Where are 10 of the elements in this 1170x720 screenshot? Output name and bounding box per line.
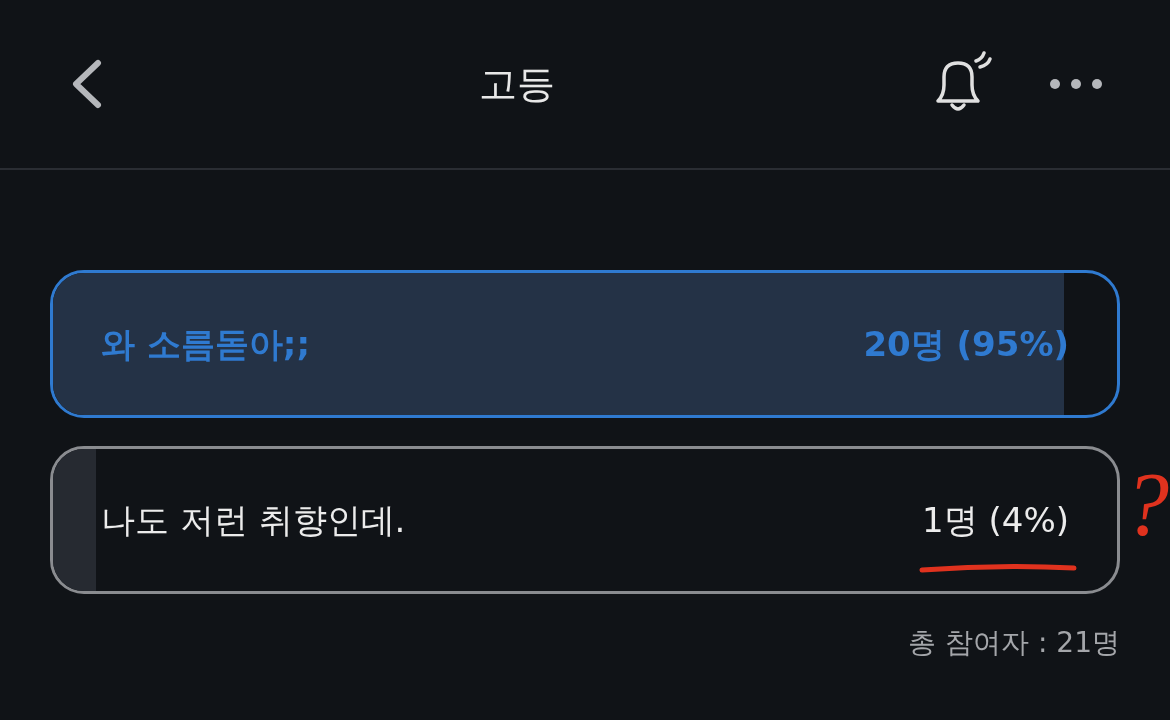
vote-result: 1명 (4%) <box>922 498 1069 542</box>
more-icon <box>1049 78 1103 90</box>
option-label: 와 소름돋아;; <box>101 322 311 366</box>
back-icon <box>70 59 102 109</box>
question-mark: ? <box>1124 460 1169 550</box>
page-title: 고등 <box>479 60 555 108</box>
poll-option[interactable]: 나도 저런 취향인데. 1명 (4%) <box>50 446 1120 594</box>
total-participants: 총 참여자 : 21명 <box>908 625 1120 661</box>
option-label: 나도 저런 취향인데. <box>101 498 406 542</box>
vote-result: 20명 (95%) <box>863 322 1069 366</box>
